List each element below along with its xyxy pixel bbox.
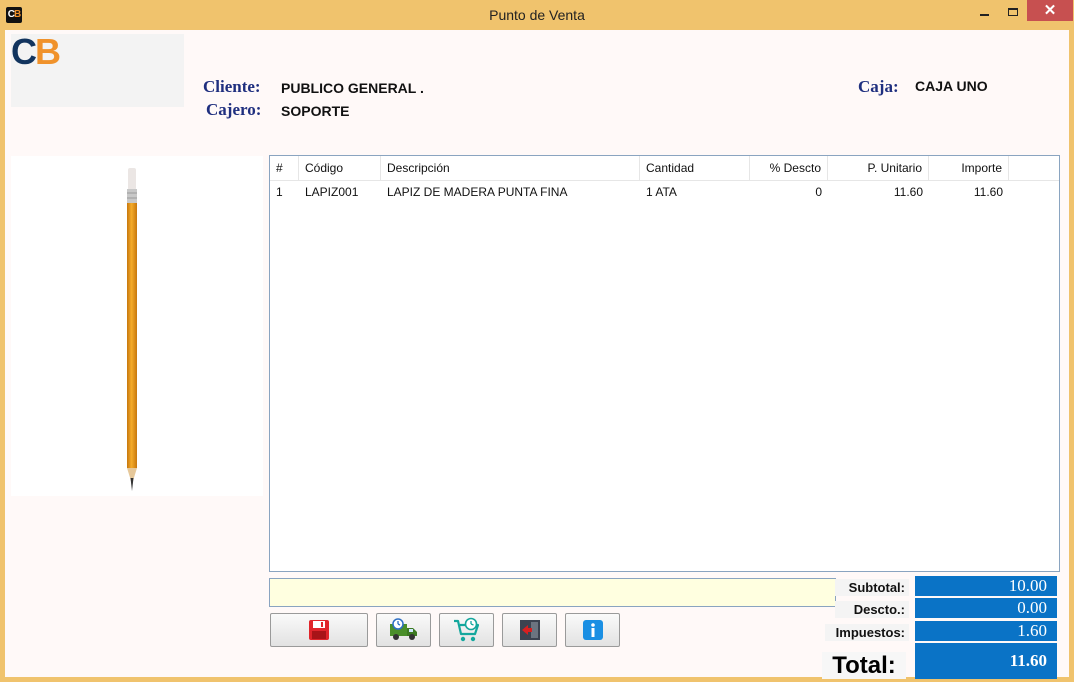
column-header[interactable]: # — [270, 156, 299, 181]
subtotal-label: Subtotal: — [835, 579, 909, 596]
caja-label: Caja: — [858, 77, 899, 96]
maximize-button[interactable] — [999, 0, 1027, 21]
descto-label: Descto.: — [835, 601, 909, 618]
minimize-icon — [979, 13, 989, 16]
column-header[interactable]: Código — [299, 156, 381, 181]
product-code-input[interactable] — [269, 578, 836, 607]
column-header[interactable]: % Descto — [750, 156, 828, 181]
pending-cart-button[interactable] — [439, 613, 494, 647]
row-descto: 0 — [815, 185, 822, 199]
product-image-panel — [11, 156, 263, 496]
save-icon — [309, 620, 329, 640]
row-p-unitario: 11.60 — [893, 185, 923, 199]
pencil-icon — [127, 168, 137, 491]
window-title: Punto de Venta — [489, 7, 585, 23]
impuestos-value: 1.60 — [915, 621, 1057, 641]
exit-door-icon — [519, 620, 540, 640]
total-label: Total: — [822, 652, 906, 679]
row-importe: 11.60 — [973, 185, 1003, 199]
minimize-button[interactable] — [969, 0, 999, 21]
company-logo-panel: CB — [11, 34, 184, 107]
descto-value: 0.00 — [915, 598, 1057, 618]
maximize-icon — [1008, 7, 1018, 16]
column-header[interactable]: Descripción — [381, 156, 640, 181]
column-header[interactable]: Importe — [929, 156, 1009, 181]
cliente-label: Cliente: — [203, 77, 261, 96]
cart-clock-icon — [453, 617, 479, 642]
company-logo: CB — [11, 31, 61, 72]
info-icon — [582, 620, 603, 640]
cajero-value: SOPORTE — [281, 103, 350, 119]
subtotal-value: 10.00 — [915, 576, 1057, 596]
info-button[interactable] — [565, 613, 620, 647]
table-header: # Código Descripción Cantidad % Descto P… — [270, 156, 1059, 181]
impuestos-label: Impuestos: — [825, 624, 909, 641]
column-header[interactable]: P. Unitario — [828, 156, 929, 181]
sale-items-table[interactable]: # Código Descripción Cantidad % Descto P… — [269, 155, 1060, 572]
title-bar: CB Punto de Venta ✕ — [0, 0, 1074, 30]
cajero-label: Cajero: — [206, 100, 262, 119]
save-sale-button[interactable] — [270, 613, 368, 647]
caja-value: CAJA UNO — [915, 78, 988, 94]
row-cantidad: 1 ATA — [646, 185, 677, 199]
delivery-truck-icon — [389, 618, 417, 640]
column-header[interactable]: Cantidad — [640, 156, 750, 181]
row-codigo: LAPIZ001 — [305, 185, 359, 199]
close-icon: ✕ — [1043, 2, 1057, 19]
row-descripcion: LAPIZ DE MADERA PUNTA FINA — [387, 185, 568, 199]
delivery-button[interactable] — [376, 613, 431, 647]
row-number: 1 — [276, 185, 283, 199]
total-value: 11.60 — [915, 643, 1057, 679]
exit-button[interactable] — [502, 613, 557, 647]
cliente-value: PUBLICO GENERAL . — [281, 80, 424, 96]
close-button[interactable]: ✕ — [1027, 0, 1073, 21]
